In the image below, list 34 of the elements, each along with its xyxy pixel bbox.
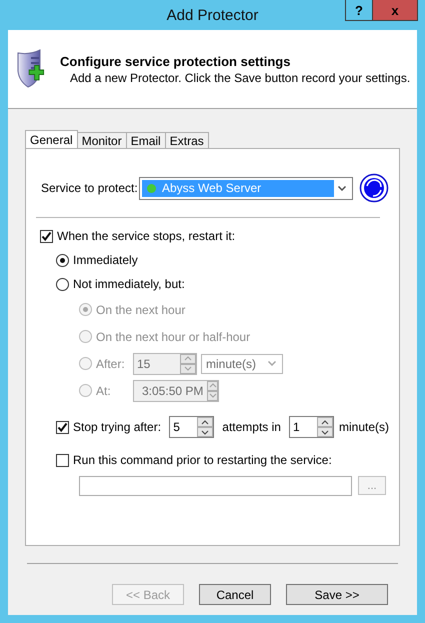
attempts-label: attempts in — [222, 420, 281, 434]
tab[interactable]: Extras — [164, 132, 209, 148]
radio-button[interactable] — [56, 278, 69, 290]
radio-label: On the next hour or half-hour — [96, 330, 250, 344]
attempts-spinner[interactable]: 5 — [169, 416, 214, 438]
checkbox-label: When the service stops, restart it: — [57, 229, 236, 243]
checkbox[interactable] — [40, 230, 53, 242]
command-field[interactable] — [79, 476, 352, 496]
tab[interactable]: Monitor — [76, 132, 127, 148]
service-name: Abyss Web Server — [162, 181, 262, 195]
service-label: Service to protect: — [40, 181, 139, 195]
radio-label: On the next hour — [96, 302, 186, 316]
radio-label: After: — [96, 356, 125, 370]
header-title: Configure service protection settings — [60, 54, 292, 68]
checkbox[interactable] — [56, 420, 69, 434]
close-button[interactable]: x — [372, 0, 418, 21]
swirl-icon — [359, 173, 389, 203]
tab[interactable]: General — [25, 130, 78, 148]
checkbox[interactable] — [56, 454, 69, 466]
radio-button[interactable] — [56, 254, 69, 266]
tab[interactable]: Email — [126, 132, 166, 148]
dialog-button[interactable]: Cancel — [199, 584, 271, 605]
header-subtitle: Add a new Protector. Click the Save button record your settings. — [69, 70, 410, 84]
checkbox-label: Stop trying after: — [73, 420, 162, 434]
minutes-spinner[interactable]: 1 — [288, 416, 334, 438]
radio-label: At: — [96, 384, 111, 398]
checkbox-label: Run this command prior to restarting the service: — [73, 453, 332, 467]
caret-icon[interactable] — [338, 186, 346, 190]
radio-label: Not immediately, but: — [73, 277, 185, 291]
help-button[interactable]: ? — [345, 0, 372, 21]
radio-label: Immediately — [73, 253, 138, 267]
dialog-button[interactable]: Save >> — [286, 584, 388, 605]
window-title: Add Protector — [166, 6, 258, 24]
minutes-label: minute(s) — [338, 420, 389, 434]
